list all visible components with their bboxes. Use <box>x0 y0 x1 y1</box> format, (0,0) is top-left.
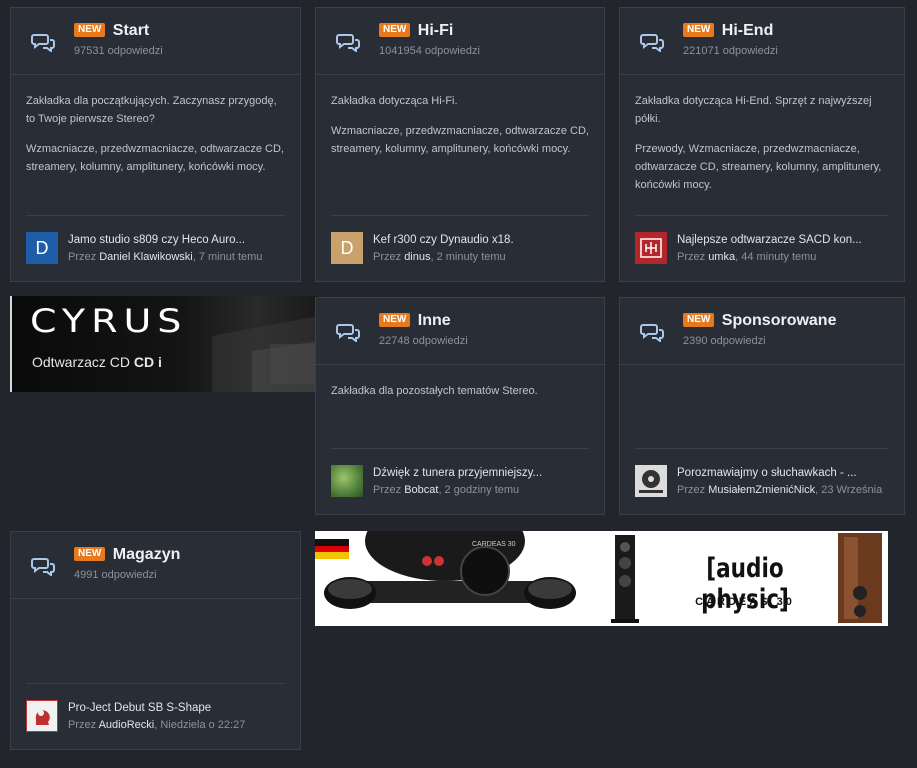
audio-physic-model: CARDEAS 30 <box>695 596 795 608</box>
avatar[interactable] <box>635 232 667 264</box>
category-card-inne: NEW Inne 22748 odpowiedzi Zakładka dla p… <box>315 297 605 515</box>
cyrus-banner[interactable]: CYRUS Odtwarzacz CD CD i <box>10 296 318 392</box>
category-card-hifi: NEW Hi-Fi 1041954 odpowiedzi Zakładka do… <box>315 7 605 282</box>
last-post-meta: Przez AudioRecki, Niedziela o 22:27 <box>68 719 246 731</box>
category-header: NEW Inne 22748 odpowiedzi <box>316 298 604 365</box>
category-card-sponsorowane: NEW Sponsorowane 2390 odpowiedzi Porozma… <box>619 297 905 515</box>
cyrus-caption: Odtwarzacz CD CD i <box>32 354 162 370</box>
author-link[interactable]: MusiałemZmienićNick <box>708 484 815 496</box>
divider <box>331 215 589 216</box>
cyrus-logo: CYRUS <box>30 302 188 340</box>
speaker-right-graphic <box>838 533 882 623</box>
category-description: Zakładka dla pozostałych tematów Stereo. <box>331 382 589 412</box>
sacd-logo-icon <box>639 470 663 493</box>
last-post-meta: Przez Daniel Klawikowski, 7 minut temu <box>68 251 263 263</box>
last-post-title[interactable]: Najlepsze odtwarzacze SACD kon... <box>677 234 862 246</box>
logo-icon <box>640 238 662 258</box>
last-post-title[interactable]: Porozmawiajmy o słuchawkach - ... <box>677 467 857 479</box>
new-badge: NEW <box>379 23 411 37</box>
category-title[interactable]: Magazyn <box>113 546 181 563</box>
new-badge: NEW <box>379 313 411 327</box>
category-description: Zakładka dla początkujących. Zaczynasz p… <box>26 92 285 188</box>
head-profile-icon <box>35 710 50 725</box>
author-link[interactable]: dinus <box>404 251 430 263</box>
category-header: NEW Hi-Fi 1041954 odpowiedzi <box>316 8 604 75</box>
category-title[interactable]: Hi-End <box>722 22 774 39</box>
last-post: Pro-Ject Debut SB S-Shape Przez AudioRec… <box>26 700 290 734</box>
author-link[interactable]: AudioRecki <box>99 719 155 731</box>
turntable-label: CARDEAS 30 <box>472 541 516 548</box>
category-header: NEW Hi-End 221071 odpowiedzi <box>620 8 904 75</box>
avatar[interactable] <box>635 465 667 497</box>
last-post: D Kef r300 czy Dynaudio x18. Przez dinus… <box>331 232 594 266</box>
author-link[interactable]: umka <box>708 251 735 263</box>
last-post: Najlepsze odtwarzacze SACD kon... Przez … <box>635 232 894 266</box>
last-post: Porozmawiajmy o słuchawkach - ... Przez … <box>635 465 894 499</box>
avatar[interactable] <box>331 465 363 497</box>
last-post-title[interactable]: Kef r300 czy Dynaudio x18. <box>373 234 514 246</box>
last-post: D Jamo studio s809 czy Heco Auro... Prze… <box>26 232 290 266</box>
category-title[interactable]: Start <box>113 22 149 39</box>
last-post-title[interactable]: Jamo studio s809 czy Heco Auro... <box>68 234 245 246</box>
category-card-hiend: NEW Hi-End 221071 odpowiedzi Zakładka do… <box>619 7 905 282</box>
category-card-start: NEW Start 97531 odpowiedzi Zakładka dla … <box>10 7 301 282</box>
category-header: NEW Sponsorowane 2390 odpowiedzi <box>620 298 904 365</box>
category-header: NEW Start 97531 odpowiedzi <box>11 8 300 75</box>
avatar[interactable]: D <box>331 232 363 264</box>
chat-bubbles-icon <box>640 324 664 342</box>
chat-bubbles-icon <box>31 34 55 52</box>
category-description: Zakładka dotycząca Hi-Fi. Wzmacniacze, p… <box>331 92 589 170</box>
category-title[interactable]: Hi-Fi <box>418 22 454 39</box>
category-header: NEW Magazyn 4991 odpowiedzi <box>11 532 300 599</box>
divider <box>26 215 285 216</box>
last-post: Dźwięk z tunera przyjemniejszy... Przez … <box>331 465 594 499</box>
reply-count: 1041954 odpowiedzi <box>379 45 480 57</box>
reply-count: 97531 odpowiedzi <box>74 45 163 57</box>
new-badge: NEW <box>74 23 106 37</box>
category-description: Zakładka dotycząca Hi-End. Sprzęt z najw… <box>635 92 889 206</box>
category-card-magazyn: NEW Magazyn 4991 odpowiedzi Pro-Ject Deb… <box>10 531 301 750</box>
avatar[interactable]: D <box>26 232 58 264</box>
reply-count: 22748 odpowiedzi <box>379 335 468 347</box>
last-post-meta: Przez MusiałemZmienićNick, 23 Września <box>677 484 883 496</box>
chat-bubbles-icon <box>336 324 360 342</box>
divider <box>635 448 889 449</box>
description-line: Zakładka dotycząca Hi-Fi. <box>331 95 458 107</box>
audio-physic-banner[interactable]: CARDEAS 30 [audio physic] CARDEAS 30 <box>315 531 888 626</box>
divider <box>26 683 285 684</box>
divider <box>635 215 889 216</box>
chat-bubbles-icon <box>336 34 360 52</box>
new-badge: NEW <box>683 23 715 37</box>
reply-count: 2390 odpowiedzi <box>683 335 766 347</box>
description-line: Przewody, Wzmacniacze, przedwzmacniacze,… <box>635 143 882 191</box>
turntable-graphic <box>324 531 576 609</box>
reply-count: 4991 odpowiedzi <box>74 569 157 581</box>
category-title[interactable]: Inne <box>418 312 451 329</box>
last-post-title[interactable]: Pro-Ject Debut SB S-Shape <box>68 702 211 714</box>
new-badge: NEW <box>683 313 715 327</box>
avatar[interactable] <box>26 700 58 732</box>
description-line: Zakładka dla pozostałych tematów Stereo. <box>331 385 538 397</box>
speaker-left-graphic <box>611 535 639 623</box>
chat-bubbles-icon <box>640 34 664 52</box>
author-link[interactable]: Bobcat <box>404 484 438 496</box>
description-line: Wzmacniacze, przedwzmacniacze, odtwarzac… <box>331 125 589 155</box>
last-post-meta: Przez umka, 44 minuty temu <box>677 251 817 263</box>
chat-bubbles-icon <box>31 558 55 576</box>
reply-count: 221071 odpowiedzi <box>683 45 778 57</box>
last-post-title[interactable]: Dźwięk z tunera przyjemniejszy... <box>373 467 542 479</box>
category-title[interactable]: Sponsorowane <box>722 312 837 329</box>
divider <box>331 448 589 449</box>
author-link[interactable]: Daniel Klawikowski <box>99 251 193 263</box>
new-badge: NEW <box>74 547 106 561</box>
description-line: Wzmacniacze, przedwzmacniacze, odtwarzac… <box>26 143 284 173</box>
description-line: Zakładka dotycząca Hi-End. Sprzęt z najw… <box>635 95 872 125</box>
last-post-meta: Przez dinus, 2 minuty temu <box>373 251 506 263</box>
description-line: Zakładka dla początkujących. Zaczynasz p… <box>26 95 277 125</box>
last-post-meta: Przez Bobcat, 2 godziny temu <box>373 484 520 496</box>
